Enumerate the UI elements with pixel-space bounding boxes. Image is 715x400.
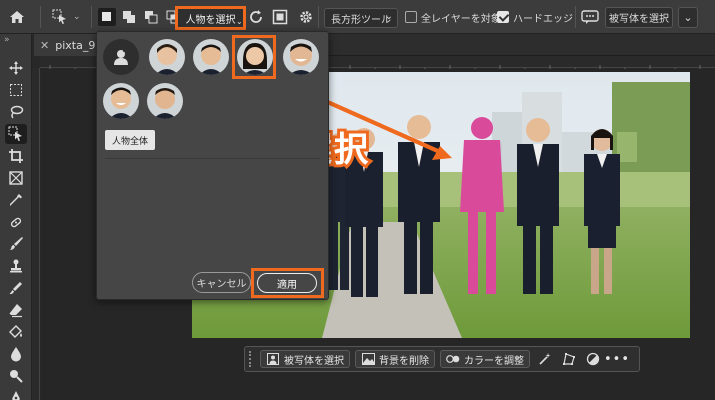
face-thumbnail-6[interactable] <box>147 83 183 119</box>
apply-button[interactable]: 適用 <box>257 273 317 293</box>
color-adjust-icon <box>446 352 460 366</box>
face-thumbnail-5[interactable] <box>103 83 139 119</box>
divider <box>105 158 320 159</box>
face-thumbnail-2[interactable] <box>193 39 229 75</box>
transform-icon[interactable] <box>560 350 578 368</box>
selected-face-highlight <box>232 35 276 79</box>
whole-person-button[interactable]: 人物全体 <box>105 130 155 150</box>
drag-handle-icon[interactable] <box>249 351 255 367</box>
cancel-button[interactable]: キャンセル <box>192 272 251 293</box>
image-icon <box>361 352 375 366</box>
photoshop-window: ⌄ 人物を選択 ⌄ 長方形ツール ⌄ 全レイヤーを対象 ハードエッジ 被写体を選択… <box>0 0 715 400</box>
more-options-icon[interactable]: ••• <box>604 350 629 368</box>
contextual-taskbar: 被写体を選択 背景を削除 カラーを調整 ••• <box>244 346 640 372</box>
face-thumbnail-1[interactable] <box>149 39 185 75</box>
face-thumbnail-4[interactable] <box>283 39 319 75</box>
select-subject-ctx-button[interactable]: 被写体を選択 <box>260 350 350 368</box>
adjust-color-button[interactable]: カラーを調整 <box>440 350 530 368</box>
adjustment-icon[interactable] <box>584 350 602 368</box>
remove-background-button[interactable]: 背景を削除 <box>355 350 435 368</box>
magic-wand-icon[interactable] <box>536 350 554 368</box>
person-icon <box>266 352 280 366</box>
person-generic-icon[interactable] <box>103 39 139 75</box>
